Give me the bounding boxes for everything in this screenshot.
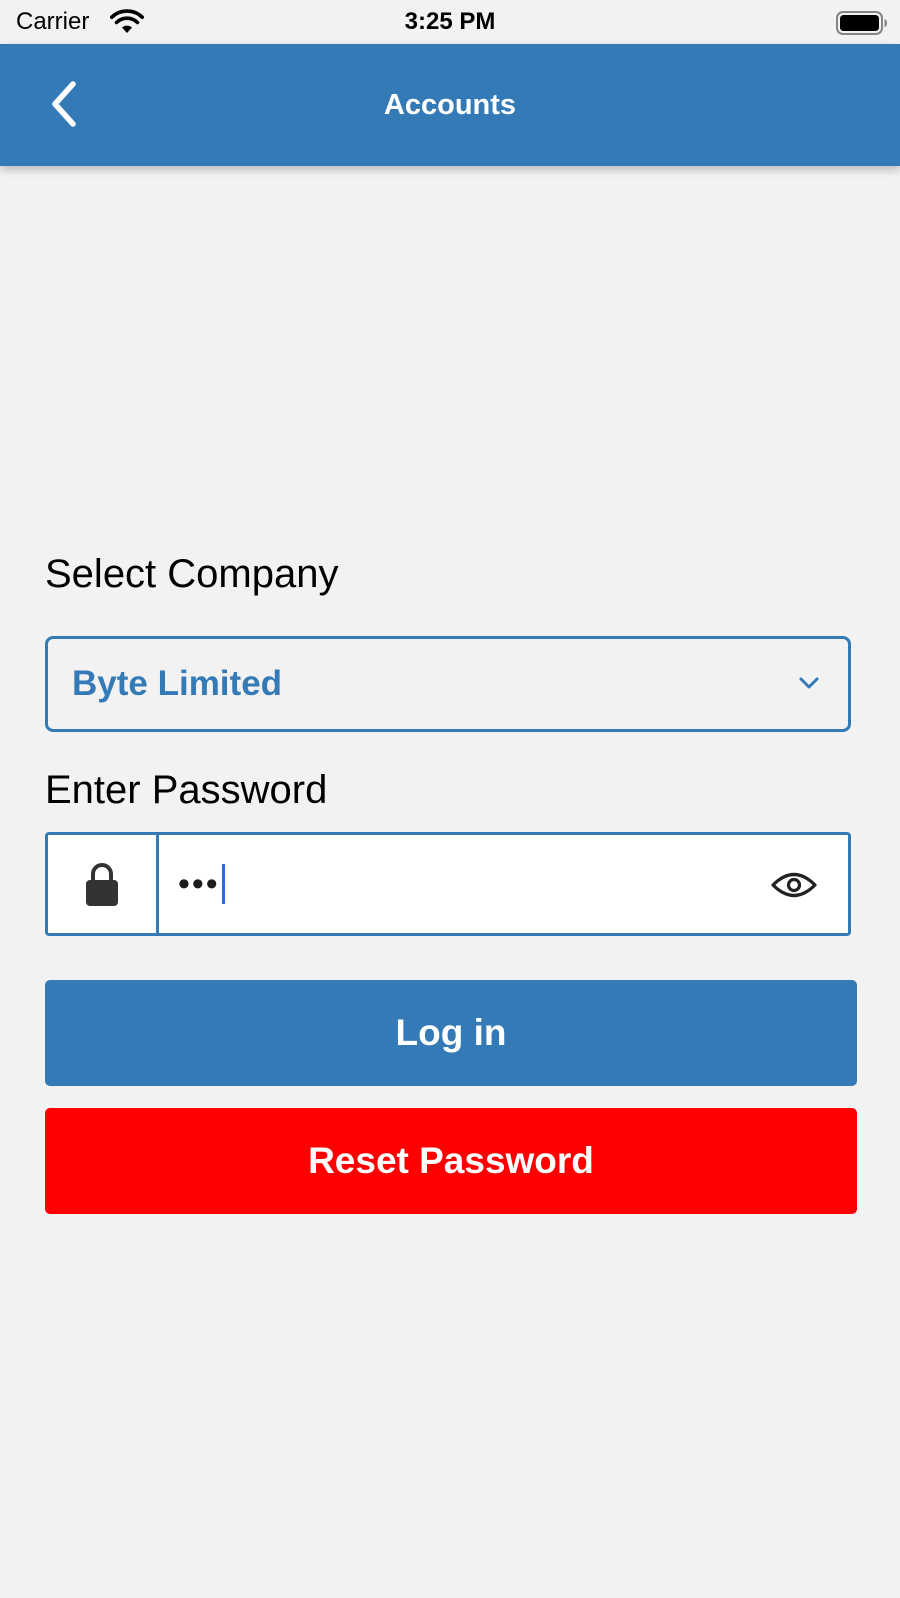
password-masked-value: ••• [178, 864, 220, 903]
lock-icon-cell [48, 835, 159, 933]
password-input[interactable]: ••• [178, 835, 225, 933]
login-button[interactable]: Log in [45, 980, 857, 1086]
password-label: Enter Password [45, 768, 328, 812]
password-field-container: ••• [45, 832, 851, 936]
eye-icon [771, 872, 817, 898]
status-bar: Carrier 3:25 PM [0, 0, 900, 44]
battery-icon [836, 11, 887, 35]
reset-password-button[interactable]: Reset Password [45, 1108, 857, 1214]
company-picker-value: Byte Limited [72, 664, 283, 703]
status-time: 3:25 PM [404, 8, 496, 35]
page-title: Accounts [383, 89, 517, 121]
show-password-toggle[interactable] [770, 863, 818, 907]
nav-bar: Accounts [0, 44, 900, 166]
company-picker[interactable]: Byte Limited [45, 636, 851, 732]
lock-icon [86, 863, 118, 906]
company-label: Select Company [45, 552, 339, 596]
text-caret [221, 864, 225, 904]
chevron-down-icon [799, 677, 819, 689]
